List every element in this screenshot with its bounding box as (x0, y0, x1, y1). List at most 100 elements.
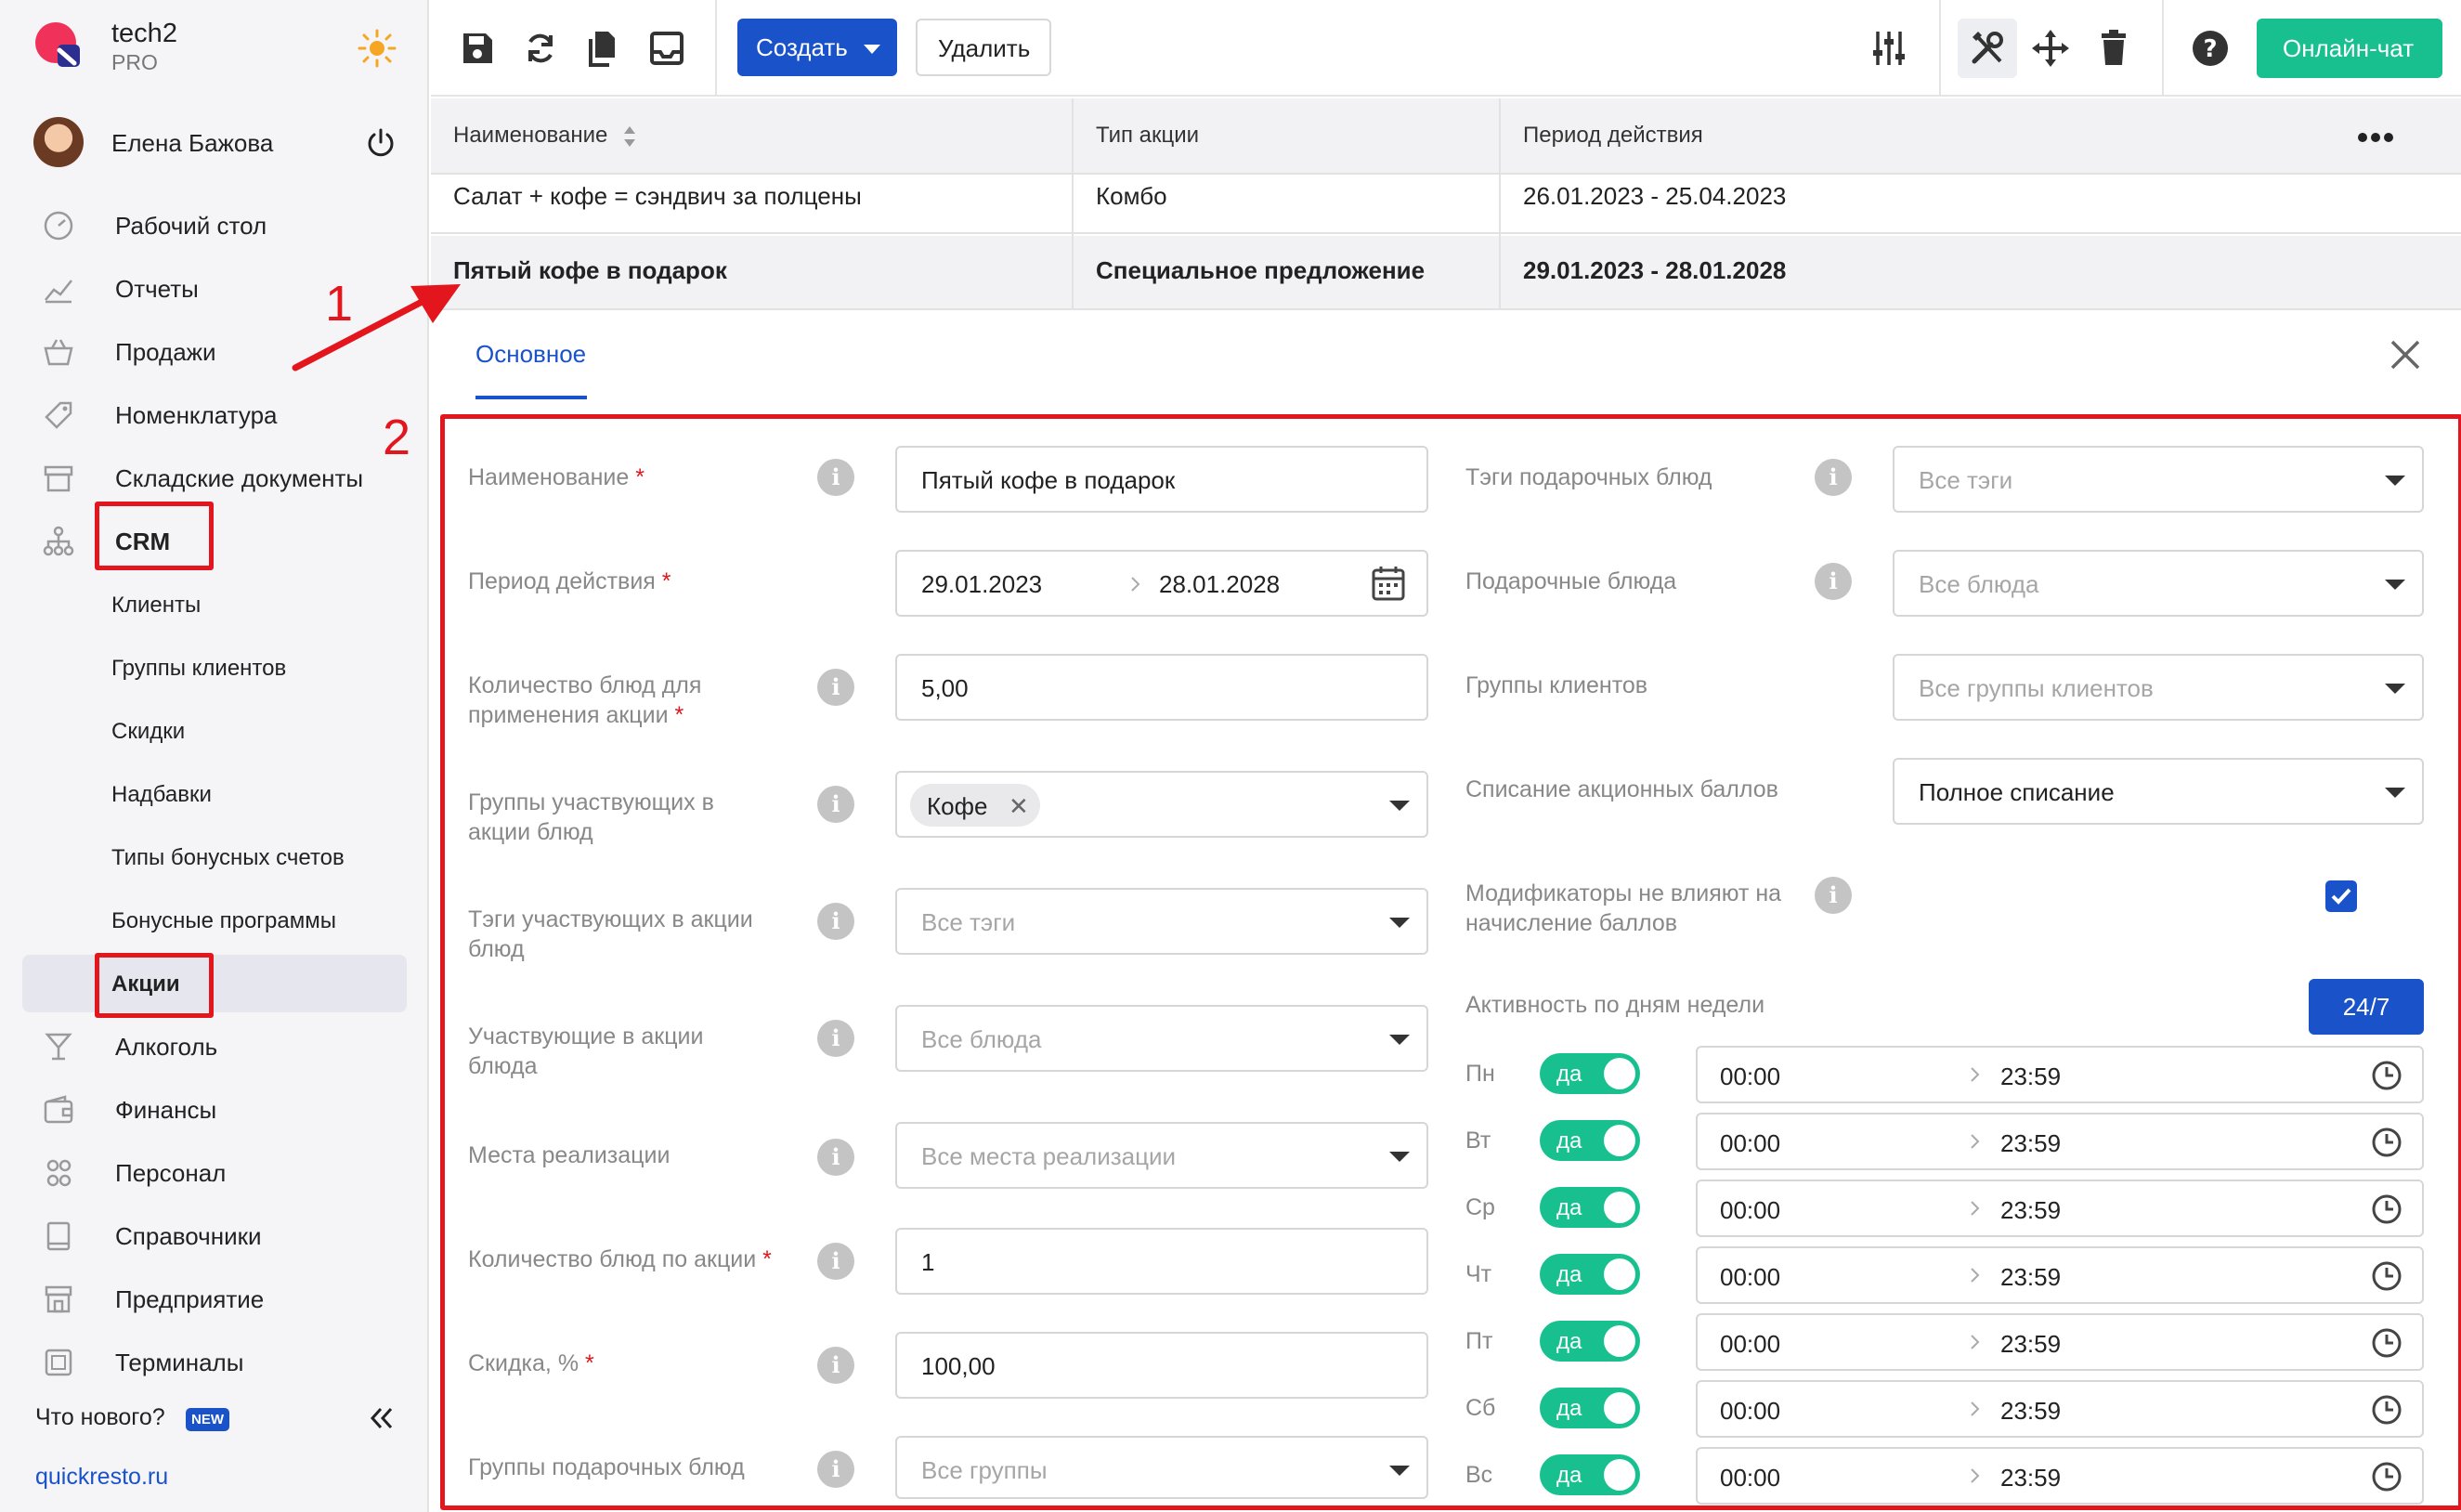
client-groups-select[interactable]: Все группы клиентов (1893, 654, 2424, 721)
dropdown-arrow-icon[interactable] (1389, 1466, 1410, 1476)
weekday-toggle[interactable]: да (1540, 1254, 1640, 1295)
weekday-toggle[interactable]: да (1540, 1053, 1640, 1094)
user-profile[interactable]: Елена Бажова (33, 117, 405, 173)
nav-sub-surcharges[interactable]: Надбавки (22, 765, 407, 823)
dropdown-arrow-icon[interactable] (1389, 1152, 1410, 1162)
delete-button[interactable]: Удалить (916, 19, 1051, 76)
time-range-input[interactable]: 00:00 23:59 (1696, 1180, 2424, 1237)
info-icon[interactable]: i (817, 459, 854, 496)
dropdown-arrow-icon[interactable] (2385, 788, 2405, 798)
create-button[interactable]: Создать (737, 19, 897, 76)
weekday-toggle[interactable]: да (1540, 1388, 1640, 1428)
nav-sub-bonus-programs[interactable]: Бонусные программы (22, 892, 407, 949)
weekday-toggle[interactable]: да (1540, 1120, 1640, 1161)
time-range-input[interactable]: 00:00 23:59 (1696, 1046, 2424, 1103)
info-icon[interactable]: i (1815, 459, 1852, 496)
dropdown-arrow-icon[interactable] (1389, 801, 1410, 811)
time-range-input[interactable]: 00:00 23:59 (1696, 1313, 2424, 1371)
nav-terminals[interactable]: Терминалы (0, 1336, 427, 1388)
clock-icon[interactable] (2370, 1059, 2403, 1092)
info-icon[interactable]: i (1815, 563, 1852, 600)
nav-crm[interactable]: CRM (0, 515, 427, 567)
time-range-input[interactable]: 00:00 23:59 (1696, 1246, 2424, 1304)
clock-icon[interactable] (2370, 1393, 2403, 1427)
nav-enterprise[interactable]: Предприятие (0, 1272, 427, 1324)
info-icon[interactable]: i (817, 1139, 854, 1176)
groups-select[interactable]: Кофе ✕ (895, 771, 1428, 838)
table-row[interactable]: Салат + кофе = сэндвич за полцены Комбо … (431, 176, 2461, 234)
info-icon[interactable]: i (817, 1020, 854, 1057)
site-link[interactable]: quickresto.ru (35, 1464, 168, 1491)
info-icon[interactable]: i (817, 1243, 854, 1280)
info-icon[interactable]: i (817, 1347, 854, 1384)
info-icon[interactable]: i (817, 903, 854, 940)
trash-icon[interactable] (2093, 28, 2134, 69)
nav-sub-discounts[interactable]: Скидки (22, 702, 407, 760)
collapse-sidebar-icon[interactable] (366, 1402, 397, 1434)
weekday-toggle[interactable]: да (1540, 1454, 1640, 1495)
more-icon[interactable] (2357, 132, 2394, 143)
nav-nomenclature[interactable]: Номенклатура (0, 388, 427, 440)
gift-tags-select[interactable]: Все тэги (1893, 446, 2424, 513)
column-header-name[interactable]: Наименование (453, 123, 607, 149)
gift-dishes-select[interactable]: Все блюда (1893, 550, 2424, 617)
promo-count-input[interactable]: 1 (895, 1228, 1428, 1295)
whats-new-link[interactable]: Что нового? (35, 1404, 165, 1431)
dropdown-arrow-icon[interactable] (2385, 684, 2405, 694)
table-row-selected[interactable]: Пятый кофе в подарок Специальное предлож… (431, 236, 2461, 310)
clock-icon[interactable] (2370, 1460, 2403, 1493)
sort-icon[interactable] (622, 124, 637, 149)
clock-icon[interactable] (2370, 1126, 2403, 1159)
tools-icon[interactable] (1967, 28, 2008, 69)
weekday-toggle[interactable]: да (1540, 1187, 1640, 1228)
nav-finance[interactable]: Финансы (0, 1083, 427, 1135)
calendar-icon[interactable] (1371, 565, 1406, 602)
info-icon[interactable]: i (817, 669, 854, 706)
clock-icon[interactable] (2370, 1193, 2403, 1226)
nav-sub-clients[interactable]: Клиенты (22, 576, 407, 633)
online-chat-button[interactable]: Онлайн-чат (2257, 19, 2442, 78)
dropdown-arrow-icon[interactable] (2385, 476, 2405, 486)
column-header-type[interactable]: Тип акции (1096, 123, 1199, 149)
move-icon[interactable] (2030, 28, 2071, 69)
copy-icon[interactable] (583, 28, 624, 69)
brand-logo-icon[interactable] (33, 20, 89, 76)
dropdown-arrow-icon[interactable] (1389, 918, 1410, 928)
name-input[interactable]: Пятый кофе в подарок (895, 446, 1428, 513)
save-icon[interactable] (457, 28, 498, 69)
nav-sub-promotions[interactable]: Акции (22, 955, 407, 1012)
period-range-input[interactable]: 29.01.2023 28.01.2028 (895, 550, 1428, 617)
inbox-icon[interactable] (646, 28, 687, 69)
nav-dashboard[interactable]: Рабочий стол (0, 199, 427, 251)
discount-input[interactable]: 100,00 (895, 1332, 1428, 1399)
info-icon[interactable]: i (817, 786, 854, 823)
power-icon[interactable] (364, 126, 397, 160)
points-select[interactable]: Полное списание (1893, 758, 2424, 825)
sun-icon[interactable] (357, 28, 397, 69)
info-icon[interactable]: i (817, 1451, 854, 1488)
filter-settings-icon[interactable] (1869, 28, 1909, 69)
chip-remove-icon[interactable]: ✕ (1009, 792, 1029, 821)
clock-icon[interactable] (2370, 1259, 2403, 1293)
all-week-button[interactable]: 24/7 (2309, 979, 2424, 1035)
info-icon[interactable]: i (1815, 877, 1852, 914)
places-select[interactable]: Все места реализации (895, 1122, 1428, 1189)
tab-main[interactable]: Основное (475, 340, 586, 369)
gift-groups-select[interactable]: Все группы (895, 1436, 1428, 1499)
close-icon[interactable] (2387, 336, 2424, 373)
nav-alcohol[interactable]: Алкоголь (0, 1020, 427, 1072)
tags-select[interactable]: Все тэги (895, 888, 1428, 955)
refresh-icon[interactable] (520, 28, 561, 69)
nav-sub-client-groups[interactable]: Группы клиентов (22, 639, 407, 697)
nav-sub-bonus-types[interactable]: Типы бонусных счетов (22, 828, 407, 886)
dropdown-arrow-icon[interactable] (1389, 1035, 1410, 1045)
time-range-input[interactable]: 00:00 23:59 (1696, 1447, 2424, 1505)
dish-count-input[interactable]: 5,00 (895, 654, 1428, 721)
dropdown-arrow-icon[interactable] (2385, 580, 2405, 590)
nav-warehouse[interactable]: Складские документы (0, 451, 427, 503)
time-range-input[interactable]: 00:00 23:59 (1696, 1380, 2424, 1438)
clock-icon[interactable] (2370, 1326, 2403, 1360)
modifiers-checkbox[interactable] (2325, 880, 2357, 912)
dishes-select[interactable]: Все блюда (895, 1005, 1428, 1072)
help-icon[interactable]: ? (2190, 28, 2231, 69)
